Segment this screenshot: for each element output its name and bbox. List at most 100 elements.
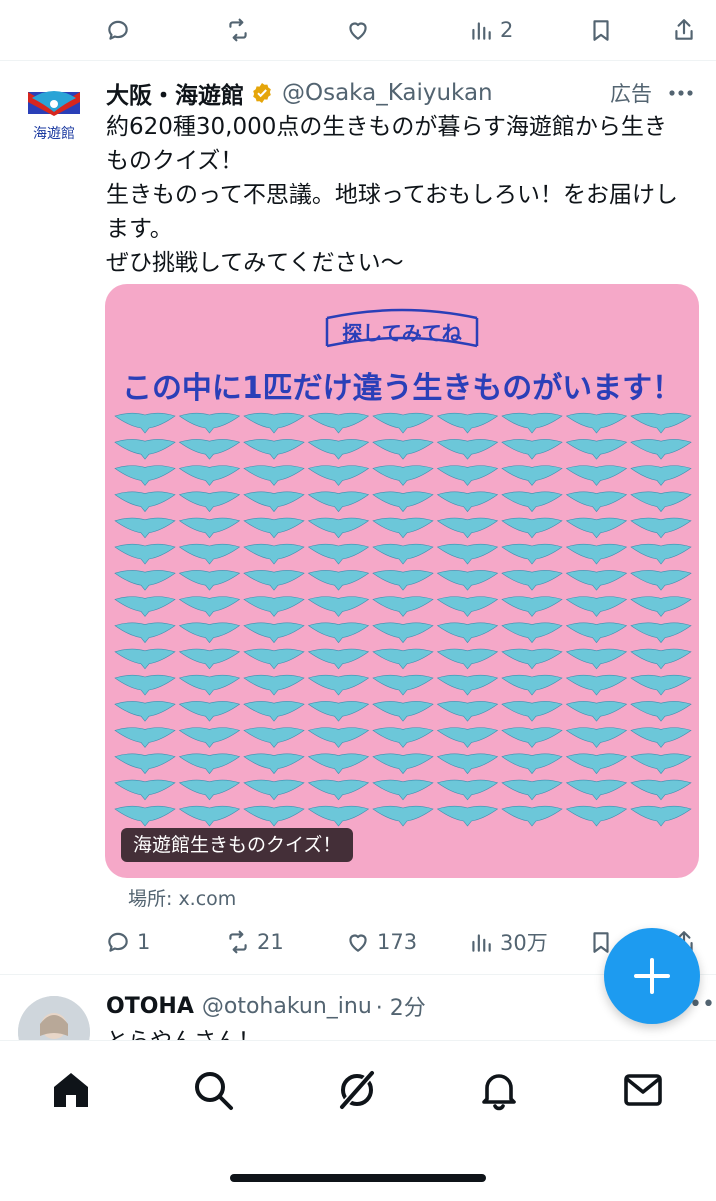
manta-ray [307,596,370,617]
views-count: 30万 [500,931,548,955]
manta-ray [243,727,305,748]
manta-ray [630,596,692,617]
manta-ray [178,465,241,486]
views-count: 2 [500,18,514,42]
manta-ray [436,465,499,486]
views-button[interactable]: 2 [468,0,513,60]
views-icon [472,22,491,40]
manta-ray [307,674,370,696]
manta-ray [372,412,434,434]
manta-ray [630,439,692,460]
manta-ray [307,727,370,748]
share-button[interactable] [671,0,697,60]
manta-ray [372,622,434,644]
manta-ray [501,491,563,513]
manta-ray [630,622,692,644]
manta-ray [436,701,499,722]
manta-ray [565,596,628,617]
reply-display-name[interactable]: OTOHA [106,994,194,1019]
reply-icon [108,20,128,40]
reply-button[interactable]: 1 [105,912,150,972]
manta-ray [178,805,241,827]
like-button[interactable]: 173 [345,912,417,972]
ray-grid [114,412,692,827]
manta-ray [501,439,563,460]
manta-ray [178,648,241,670]
manta-ray [114,779,176,801]
manta-ray [114,753,176,775]
manta-ray [436,622,499,644]
location-label: 場所: x.com [128,888,237,910]
manta-ray [501,701,563,722]
heart-icon [349,934,367,952]
manta-ray [372,674,434,696]
manta-ray [630,465,692,486]
manta-ray [565,674,628,696]
manta-ray [114,674,176,696]
manta-ray [372,439,434,460]
handle[interactable]: @Osaka_Kaiyukan [282,80,493,106]
reply-handle[interactable]: @otohakun_inu [202,994,372,1019]
nav-notifications[interactable] [476,1067,522,1113]
home-indicator [230,1174,486,1182]
share-icon [675,19,693,40]
manta-ray [565,648,628,670]
manta-ray [307,622,370,644]
previous-tweet-actions: 2 [0,0,716,60]
manta-ray [372,465,434,486]
retweet-button[interactable] [225,0,257,60]
manta-ray [436,596,499,617]
manta-ray [114,570,176,591]
quiz-image-card[interactable]: 探してみてね この中に1匹だけ違う生きものがいます！ 海遊館生きものクイズ！ [105,284,699,878]
more-options-icon[interactable] [666,80,696,106]
manta-ray [114,517,176,539]
badge-arc-top [326,308,478,320]
manta-ray [436,491,499,513]
manta-ray [501,648,563,670]
manta-ray [307,439,370,460]
tweet-text-line: ものクイズ！ [106,148,244,174]
manta-ray [307,412,370,434]
nav-home[interactable] [48,1067,94,1113]
manta-ray [178,779,241,801]
manta-ray [178,570,241,591]
tweet-text: 約620種30,000点の生きものが暮らす海遊館から生き ものクイズ！ 生きもの… [106,110,706,280]
views-button[interactable]: 30万 [468,912,548,972]
manta-ray [114,648,176,670]
compose-button[interactable] [604,928,700,1024]
manta-ray [178,596,241,617]
manta-ray [630,648,692,670]
like-button[interactable] [345,0,377,60]
manta-ray [501,596,563,617]
manta-ray [565,622,628,644]
bell-icon [482,1074,516,1111]
quiz-badge: 探してみてね [342,321,461,345]
manta-ray [307,491,370,513]
divider [0,60,716,61]
retweet-button[interactable]: 21 [225,912,284,972]
nav-grok[interactable] [334,1067,380,1113]
nav-messages[interactable] [620,1067,666,1113]
reply-header: OTOHA @otohakun_inu · 2分 [106,990,426,1022]
manta-ray [501,412,563,434]
manta-ray [565,412,628,434]
manta-ray [243,701,305,722]
nav-search[interactable] [190,1067,236,1113]
reply-button[interactable] [105,0,137,60]
manta-ray [178,753,241,775]
tweet-text-line: 生きものって不思議。地球っておもしろい！をお届けし [106,182,679,208]
kaiyukan-logo-avatar[interactable]: 海遊館 [22,82,86,154]
bookmark-button[interactable] [588,0,614,60]
manta-ray [501,543,563,565]
manta-ray [178,517,241,539]
bookmark-icon [593,20,609,41]
manta-ray [436,753,499,775]
manta-ray [114,805,176,827]
display-name[interactable]: 大阪・海遊館 [106,76,244,110]
tweet-text-line: ます。 [106,216,173,242]
manta-ray [178,622,241,644]
manta-ray [565,805,628,827]
plus-icon [634,958,670,994]
manta-ray [372,701,434,722]
media-caption: 海遊館生きものクイズ！ [121,828,354,862]
